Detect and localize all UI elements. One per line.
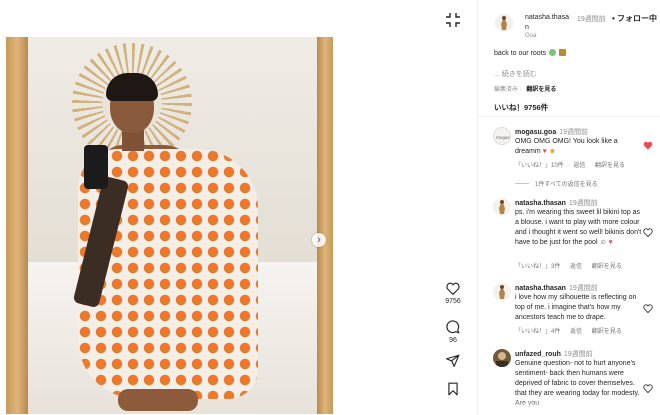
comment-username[interactable]: natasha.thasan <box>515 285 566 292</box>
following-button[interactable]: • フォロー中 <box>612 13 657 24</box>
translate-button[interactable]: 翻訳を見る <box>595 163 625 169</box>
edited-line: 編集済み · 翻訳を見る <box>494 87 557 93</box>
scroll-fade <box>478 398 660 415</box>
post-photo[interactable] <box>6 37 333 414</box>
svg-text:mogasu: mogasu <box>496 135 511 140</box>
phone <box>84 145 108 189</box>
comment-username[interactable]: natasha.thasan <box>515 200 566 207</box>
comment-time: 19週間前 <box>563 351 593 358</box>
edited-label: 編集済み <box>494 87 519 93</box>
comment-header: mogasu.goa 19週間前 <box>515 127 588 137</box>
post-sidebar: natasha.thasa n 19週間前 • フォロー中 Goa back t… <box>478 0 660 415</box>
comment-header: natasha.thasan 19週間前 <box>515 283 598 293</box>
comment-text-content: ps. i'm wearing this sweet lil bikini to… <box>515 209 642 246</box>
post-time: 19週間前 <box>577 16 606 23</box>
like-action[interactable]: 9756 <box>440 282 466 305</box>
reply-button[interactable]: 返信 <box>573 163 585 169</box>
mirror-frame-left <box>6 37 28 414</box>
commenter-avatar[interactable]: mogasu <box>493 127 511 145</box>
read-more-link[interactable]: ... 続きを読む <box>494 69 537 79</box>
smile-emoji-icon: ☻ <box>548 148 557 155</box>
translate-button[interactable]: 翻訳を見る <box>592 329 622 335</box>
comment-count: 96 <box>449 337 457 344</box>
commenter-avatar[interactable] <box>493 198 511 216</box>
comment-time: 19週間前 <box>568 200 598 207</box>
comment-text: OMG OMG OMG! You look like a dreamm ♥ ☻ <box>515 137 643 157</box>
comment-likes[interactable]: 「いいね！」4件 <box>515 329 560 335</box>
comment-likes[interactable]: 「いいね！」10件 <box>515 163 564 169</box>
comment-text: ps. i'm wearing this sweet lil bikini to… <box>515 208 643 248</box>
reply-button[interactable]: 返信 <box>570 264 582 270</box>
save-action[interactable] <box>440 382 466 396</box>
comment-heart-icon[interactable] <box>643 304 653 313</box>
comment-meta: 「いいね！」3件 返信 翻訳を見る <box>515 261 630 270</box>
heart-icon[interactable] <box>446 282 460 295</box>
view-translation-link[interactable]: 翻訳を見る <box>526 87 556 93</box>
author-avatar[interactable] <box>495 14 513 32</box>
comment-heart-icon[interactable] <box>643 141 653 150</box>
share-action[interactable] <box>440 354 466 367</box>
heart-emoji-icon: ♥ <box>542 148 547 155</box>
commenter-avatar[interactable] <box>493 283 511 301</box>
comment-time: 19週間前 <box>568 285 598 292</box>
leaf-emoji-icon <box>549 49 557 56</box>
caption-text: back to our roots <box>494 50 547 57</box>
feet <box>118 389 198 411</box>
post-caption: back to our roots <box>494 49 567 57</box>
comment-meta: 「いいね！」10件 返信 翻訳を見る <box>515 160 633 169</box>
comment-text: i love how my silhouette is reflecting o… <box>515 294 637 321</box>
commenter-avatar[interactable] <box>493 349 511 367</box>
comment-username[interactable]: mogasu.goa <box>515 129 556 136</box>
view-replies-button[interactable]: 1件すべての返信を見る <box>515 179 598 188</box>
comment-meta: 「いいね！」4件 返信 翻訳を見る <box>515 326 630 335</box>
shrink-icon[interactable] <box>445 12 461 28</box>
comment-text-content: OMG OMG OMG! You look like a dreamm <box>515 138 618 155</box>
like-count: 9756 <box>445 298 461 305</box>
comment-likes[interactable]: 「いいね！」3件 <box>515 264 560 270</box>
translate-button[interactable]: 翻訳を見る <box>592 264 622 270</box>
author-username[interactable]: natasha.thasa <box>525 14 569 21</box>
comment-header: unfazed_rouh 19週間前 <box>515 349 593 359</box>
comments-divider <box>478 116 660 117</box>
likes-count[interactable]: いいね！9756件 <box>494 102 548 113</box>
post-header: natasha.thasa n 19週間前 • フォロー中 Goa <box>478 0 660 40</box>
next-arrow-icon[interactable]: › <box>312 233 326 247</box>
share-icon[interactable] <box>446 354 460 367</box>
sprout-emoji-icon <box>559 49 567 56</box>
comment-heart-icon[interactable] <box>643 228 653 237</box>
view-replies-label: 1件すべての返信を見る <box>535 182 598 188</box>
comment-username[interactable]: unfazed_rouh <box>515 351 561 358</box>
post-location[interactable]: Goa <box>525 33 536 39</box>
heart-emoji-icon: ♥ <box>608 239 613 246</box>
bookmark-icon[interactable] <box>447 382 459 396</box>
comment-header: natasha.thasan 19週間前 <box>515 198 598 208</box>
reply-button[interactable]: 返信 <box>570 329 582 335</box>
post-media-pane: › <box>0 0 437 415</box>
hair <box>106 73 158 101</box>
comment-action[interactable]: 96 <box>440 320 466 344</box>
comment-heart-icon[interactable] <box>643 384 653 393</box>
comment-time: 19週間前 <box>559 129 589 136</box>
author-username-wrap[interactable]: n <box>525 24 529 31</box>
mirror-frame-right <box>317 37 333 414</box>
comment-icon[interactable] <box>446 320 460 334</box>
